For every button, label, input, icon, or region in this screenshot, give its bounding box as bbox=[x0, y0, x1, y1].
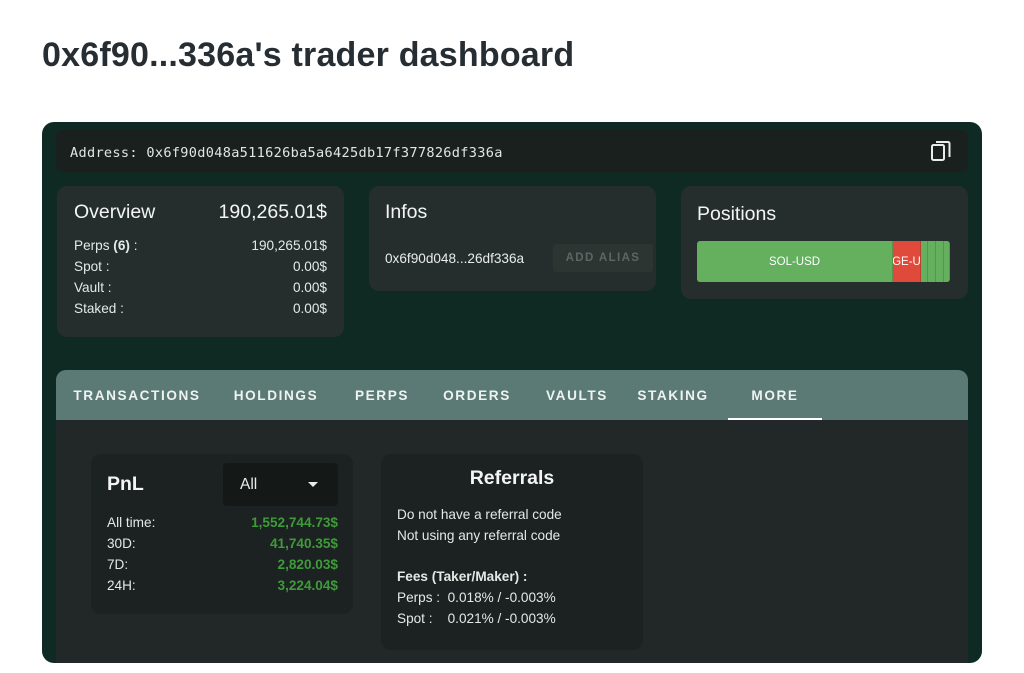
address-value: 0x6f90d048a511626ba5a6425db17f377826df33… bbox=[146, 145, 503, 161]
overview-staked-value: 0.00$ bbox=[292, 301, 327, 316]
tab-transactions[interactable]: TRANSACTIONS bbox=[72, 370, 202, 420]
tabs-section: TRANSACTIONS HOLDINGS PERPS ORDERS VAULT… bbox=[56, 370, 968, 663]
overview-perps-value: 190,265.01$ bbox=[251, 238, 327, 253]
infos-card: Infos 0x6f90d048...26df336a ADD ALIAS bbox=[369, 186, 656, 291]
overview-title: Overview bbox=[74, 201, 156, 223]
positions-bar: SOL-USD GE-U bbox=[697, 241, 950, 282]
overview-perps-label: Perps (6) : bbox=[74, 238, 138, 253]
pnl-period-value: All bbox=[240, 476, 258, 493]
pnl-alltime-label: All time: bbox=[107, 515, 156, 530]
tab-vaults[interactable]: VAULTS bbox=[534, 370, 620, 420]
pnl-30d-value: 41,740.35$ bbox=[269, 536, 338, 551]
overview-card: Overview 190,265.01$ Perps (6) : 190,265… bbox=[57, 186, 344, 337]
referrals-title: Referrals bbox=[469, 467, 555, 489]
tab-perps[interactable]: PERPS bbox=[344, 370, 420, 420]
add-alias-button[interactable]: ADD ALIAS bbox=[553, 244, 653, 272]
overview-spot-value: 0.00$ bbox=[292, 259, 327, 274]
address-bar: Address: 0x6f90d048a511626ba5a6425db17f3… bbox=[56, 130, 968, 172]
pnl-alltime-value: 1,552,744.73$ bbox=[251, 515, 338, 530]
overview-staked-label: Staked : bbox=[74, 301, 124, 316]
fees-title: Fees (Taker/Maker) : bbox=[397, 569, 528, 584]
overview-vault-label: Vault : bbox=[74, 280, 112, 295]
tab-orders[interactable]: ORDERS bbox=[432, 370, 522, 420]
pnl-title: PnL bbox=[107, 473, 144, 495]
perps-fees: Perps : 0.018% / -0.003% bbox=[397, 590, 556, 605]
tab-staking[interactable]: STAKING bbox=[628, 370, 718, 420]
page-title: 0x6f90...336a's trader dashboard bbox=[42, 36, 575, 74]
positions-card: Positions SOL-USD GE-U bbox=[681, 186, 968, 299]
address-text: Address: 0x6f90d048a511626ba5a6425db17f3… bbox=[70, 145, 503, 161]
position-segment[interactable] bbox=[936, 241, 944, 282]
infos-title: Infos bbox=[385, 201, 428, 223]
referral-usage-line: Not using any referral code bbox=[397, 528, 561, 543]
tab-more[interactable]: MORE bbox=[728, 370, 822, 420]
overview-total: 190,265.01$ bbox=[218, 201, 327, 223]
pnl-24h-value: 3,224.04$ bbox=[277, 578, 338, 593]
pnl-7d-value: 2,820.03$ bbox=[277, 557, 338, 572]
pnl-30d-label: 30D: bbox=[107, 536, 136, 551]
positions-title: Positions bbox=[697, 203, 777, 225]
position-segment[interactable] bbox=[943, 241, 950, 282]
dashboard-panel: Address: 0x6f90d048a511626ba5a6425db17f3… bbox=[42, 122, 982, 663]
copy-icon[interactable] bbox=[930, 140, 952, 164]
tab-bar: TRANSACTIONS HOLDINGS PERPS ORDERS VAULT… bbox=[56, 370, 968, 420]
caret-down-icon bbox=[308, 482, 318, 487]
pnl-24h-label: 24H: bbox=[107, 578, 136, 593]
position-segment[interactable]: GE-U bbox=[893, 241, 921, 282]
pnl-7d-label: 7D: bbox=[107, 557, 129, 572]
position-segment[interactable] bbox=[928, 241, 937, 282]
position-segment[interactable] bbox=[920, 241, 929, 282]
infos-address: 0x6f90d048...26df336a bbox=[385, 251, 525, 266]
address-label: Address: bbox=[70, 145, 138, 161]
referrals-card: Referrals Do not have a referral code No… bbox=[381, 454, 643, 650]
overview-spot-label: Spot : bbox=[74, 259, 110, 274]
pnl-period-select[interactable]: All bbox=[223, 463, 338, 506]
position-segment[interactable]: SOL-USD bbox=[697, 241, 894, 282]
pnl-card: PnL All All time: 1,552,744.73$ 30D: 41,… bbox=[91, 454, 353, 614]
referral-status-line: Do not have a referral code bbox=[397, 507, 562, 522]
tab-holdings[interactable]: HOLDINGS bbox=[226, 370, 326, 420]
overview-vault-value: 0.00$ bbox=[292, 280, 327, 295]
spot-fees: Spot : 0.021% / -0.003% bbox=[397, 611, 556, 626]
